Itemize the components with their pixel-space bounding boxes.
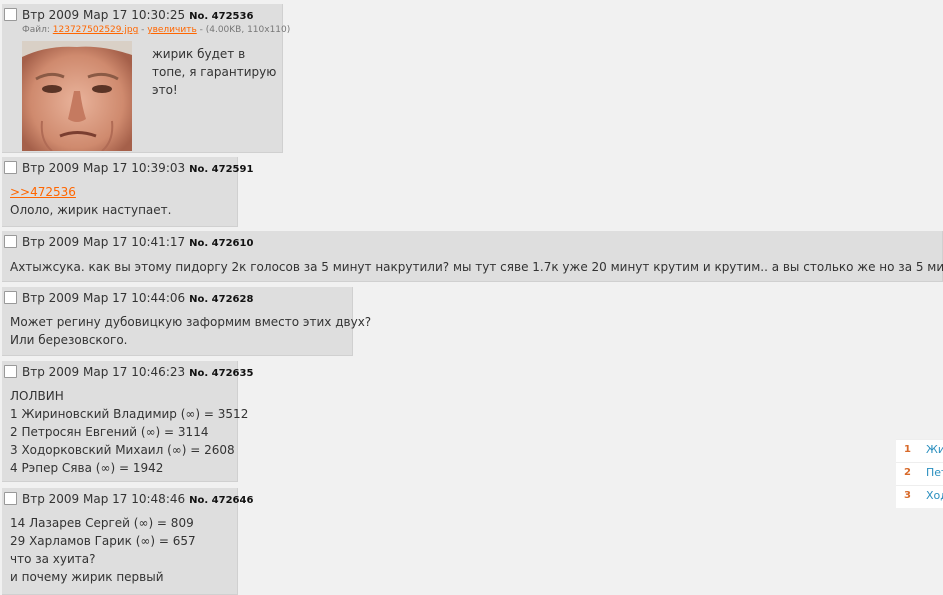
post-number[interactable]: 472628	[212, 294, 254, 305]
message-line: это!	[152, 83, 178, 97]
post-header: Втр 2009 Мар 17 10:30:25 No. 472536	[4, 8, 253, 24]
rank-item[interactable]: 1 Жи	[896, 439, 943, 462]
post-472646: Втр 2009 Мар 17 10:48:46 No. 472646 14 Ла…	[2, 488, 253, 595]
post-message: Может регину дубовицкую заформим вместо …	[10, 313, 371, 349]
post-message: жирик будет в топе, я гарантирую это!	[152, 45, 276, 99]
post-checkbox[interactable]	[4, 161, 17, 174]
post-thumbnail-image[interactable]	[22, 41, 132, 151]
file-info: Файл: 123727502529.jpg - увеличить - (4.…	[22, 25, 290, 35]
post-date: Втр 2009 Мар 17 10:46:23	[22, 365, 186, 379]
rank-name[interactable]: Пет	[926, 466, 943, 479]
post-number-label: No.	[189, 294, 209, 305]
rank-name[interactable]: Жи	[926, 443, 943, 456]
post-number-label: No.	[189, 238, 209, 249]
post-number-label: No.	[189, 495, 209, 506]
post-header: Втр 2009 Мар 17 10:48:46 No. 472646	[4, 492, 253, 508]
message-line: ЛОЛВИН	[10, 389, 64, 403]
post-number-label: No.	[189, 11, 209, 22]
post-date: Втр 2009 Мар 17 10:30:25	[22, 8, 186, 22]
message-line: Ололо, жирик наступает.	[10, 203, 172, 217]
post-number[interactable]: 472610	[212, 238, 254, 249]
message-line: Или березовского.	[10, 333, 128, 347]
post-header: Втр 2009 Мар 17 10:41:17 No. 472610	[4, 235, 253, 251]
post-checkbox[interactable]	[4, 365, 17, 378]
post-message: 14 Лазарев Сергей (∞) = 809 29 Харламов …	[10, 514, 196, 586]
post-message: ЛОЛВИН 1 Жириновский Владимир (∞) = 3512…	[10, 387, 248, 477]
enlarge-link[interactable]: увеличить	[147, 25, 196, 35]
post-472591: Втр 2009 Мар 17 10:39:03 No. 472591 >>472…	[2, 157, 253, 227]
rank-number: 1	[904, 444, 911, 455]
message-line: жирик будет в	[152, 47, 246, 61]
message-line: Ахтыжсука. как вы этому пидоргу 2к голос…	[10, 260, 943, 274]
post-header: Втр 2009 Мар 17 10:46:23 No. 472635	[4, 365, 253, 381]
post-date: Втр 2009 Мар 17 10:48:46	[22, 492, 186, 506]
message-line: 3 Ходорковский Михаил (∞) = 2608	[10, 443, 235, 457]
message-line: и почему жирик первый	[10, 570, 164, 584]
post-checkbox[interactable]	[4, 235, 17, 248]
post-number[interactable]: 472536	[212, 11, 254, 22]
file-sep: -	[138, 25, 148, 35]
message-line: 4 Рэпер Сява (∞) = 1942	[10, 461, 164, 475]
message-line: топе, я гарантирую	[152, 65, 277, 79]
reply-link[interactable]: >>472536	[10, 183, 171, 201]
post-message: Ахтыжсука. как вы этому пидоргу 2к голос…	[10, 258, 943, 276]
post-number-label: No.	[189, 164, 209, 175]
post-checkbox[interactable]	[4, 8, 17, 21]
message-line: Может регину дубовицкую заформим вместо …	[10, 315, 372, 329]
rank-item[interactable]: 3 Ход	[896, 485, 943, 508]
post-472635: Втр 2009 Мар 17 10:46:23 No. 472635 ЛОЛВИ…	[2, 361, 253, 482]
message-line: что за хуита?	[10, 552, 96, 566]
file-link[interactable]: 123727502529.jpg	[53, 25, 139, 35]
post-checkbox[interactable]	[4, 492, 17, 505]
post-checkbox[interactable]	[4, 291, 17, 304]
post-number[interactable]: 472646	[212, 495, 254, 506]
post-message: >>472536 Ололо, жирик наступает.	[10, 183, 171, 219]
file-meta: - (4.00KB, 110x110)	[196, 25, 291, 35]
post-472628: Втр 2009 Мар 17 10:44:06 No. 472628 Может…	[2, 287, 371, 356]
message-line: 2 Петросян Евгений (∞) = 3114	[10, 425, 209, 439]
message-line: 14 Лазарев Сергей (∞) = 809	[10, 516, 194, 530]
rank-name[interactable]: Ход	[926, 489, 943, 502]
file-label: Файл:	[22, 25, 50, 35]
post-number[interactable]: 472591	[212, 164, 254, 175]
post-472536: Втр 2009 Мар 17 10:30:25 No. 472536 Файл:…	[2, 4, 290, 153]
post-472610: Втр 2009 Мар 17 10:41:17 No. 472610 Ахтыж…	[2, 231, 943, 282]
rank-item[interactable]: 2 Пет	[896, 462, 943, 485]
post-date: Втр 2009 Мар 17 10:44:06	[22, 291, 186, 305]
post-header: Втр 2009 Мар 17 10:44:06 No. 472628	[4, 291, 253, 307]
post-date: Втр 2009 Мар 17 10:39:03	[22, 161, 186, 175]
post-header: Втр 2009 Мар 17 10:39:03 No. 472591	[4, 161, 253, 177]
rank-number: 2	[904, 467, 911, 478]
post-number-label: No.	[189, 368, 209, 379]
post-number[interactable]: 472635	[212, 368, 254, 379]
message-line: 29 Харламов Гарик (∞) = 657	[10, 534, 196, 548]
rank-number: 3	[904, 490, 911, 501]
message-line: 1 Жириновский Владимир (∞) = 3512	[10, 407, 249, 421]
post-date: Втр 2009 Мар 17 10:41:17	[22, 235, 186, 249]
